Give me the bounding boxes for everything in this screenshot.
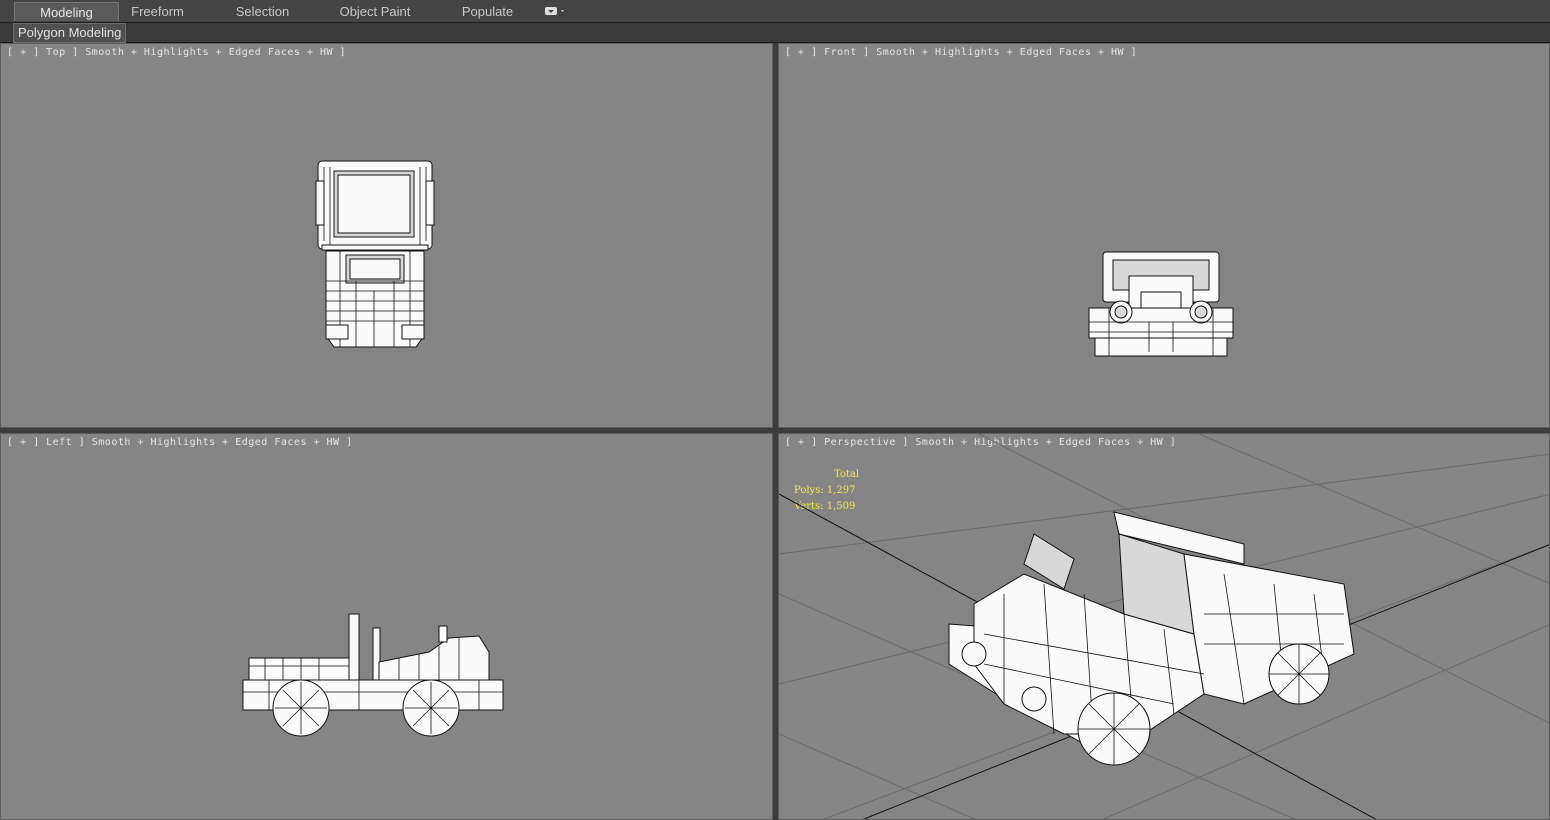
ribbon-panel-bar: Polygon Modeling — [0, 23, 1550, 43]
left-view-vehicle-model — [242, 613, 504, 737]
ribbon-tab-bar: Modeling Freeform Selection Object Paint… — [0, 0, 1550, 23]
front-view-vehicle-model — [1088, 251, 1234, 357]
polygon-modeling-panel-button[interactable]: Polygon Modeling — [13, 23, 127, 43]
tab-populate[interactable]: Populate — [445, 2, 530, 21]
viewport-front[interactable]: [ + ] Front ] Smooth + Highlights + Edge… — [778, 43, 1550, 428]
viewport-top[interactable]: [ + ] Top ] Smooth + Highlights + Edged … — [0, 43, 773, 428]
tab-freeform[interactable]: Freeform — [115, 2, 200, 21]
perspective-view-vehicle-model — [779, 434, 1549, 819]
ribbon-options-dropdown-icon[interactable] — [544, 4, 568, 18]
tab-object-paint[interactable]: Object Paint — [330, 2, 420, 21]
tab-selection[interactable]: Selection — [220, 2, 305, 21]
viewport-left[interactable]: [ + ] Left ] Smooth + Highlights + Edged… — [0, 433, 773, 820]
top-view-vehicle-model — [315, 160, 435, 348]
tab-modeling[interactable]: Modeling — [14, 2, 119, 21]
viewport-perspective[interactable]: [ + ] Perspective ] Smooth + Highlights … — [778, 433, 1550, 820]
